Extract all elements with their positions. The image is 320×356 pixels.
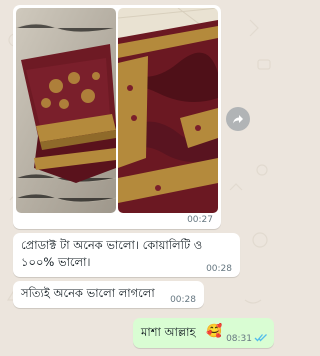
- message-timestamp: 00:28: [170, 295, 196, 305]
- forward-button[interactable]: [226, 107, 250, 131]
- outgoing-message[interactable]: মাশা আল্লাহ 🥰 08:31: [133, 318, 274, 348]
- incoming-message-2[interactable]: সত্যিই অনেক ভালো লাগলো 00:28: [13, 281, 204, 308]
- emoji-smiling-hearts: 🥰: [206, 324, 223, 339]
- message-line-2: ১০০% ভালো।: [21, 255, 91, 269]
- saree-folded-photo[interactable]: [16, 8, 116, 213]
- album-timestamp: 00:27: [187, 215, 213, 225]
- saree-draped-photo[interactable]: [118, 8, 218, 213]
- message-text: সত্যিই অনেক ভালো লাগলো: [21, 286, 155, 300]
- saree-folded-image: [16, 8, 116, 213]
- double-check-icon: [254, 334, 267, 342]
- image-album-bubble[interactable]: 00:27: [13, 5, 221, 229]
- forward-arrow-icon: [233, 115, 243, 124]
- message-timestamp: 00:28: [206, 264, 232, 274]
- incoming-message-1[interactable]: প্রোডাক্ট টা অনেক ভালো। কোয়ালিটি ও ১০০%…: [13, 233, 240, 277]
- message-line-1: প্রোডাক্ট টা অনেক ভালো। কোয়ালিটি ও: [21, 238, 203, 252]
- message-text: মাশা আল্লাহ: [141, 325, 196, 339]
- saree-draped-image: [118, 8, 218, 213]
- message-timestamp: 08:31: [226, 334, 252, 344]
